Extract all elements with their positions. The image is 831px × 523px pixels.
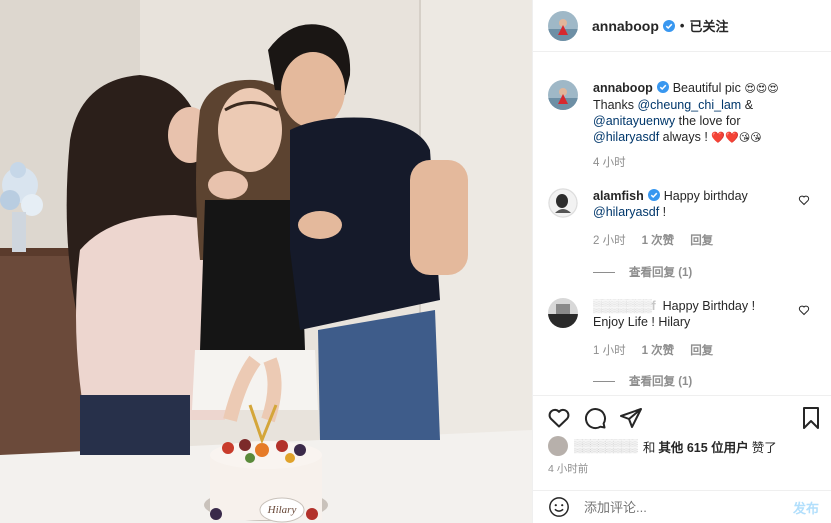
caption-username[interactable]: annaboop <box>593 81 653 95</box>
mention-link[interactable]: @anitayuenwy <box>593 114 675 128</box>
verified-badge-icon <box>656 81 669 93</box>
comment-likes[interactable]: 1 次赞 <box>642 342 675 358</box>
comment-tail: ! <box>662 205 667 219</box>
caption-text-3: & <box>744 98 754 112</box>
commenter-username-blurred[interactable]: ▒▒▒▒▒▒▒f <box>593 299 656 313</box>
caption-text-4: the love for <box>678 114 741 128</box>
avatar-image <box>548 10 578 41</box>
like-comment-heart-icon[interactable] <box>798 304 810 316</box>
posted-time[interactable]: 4 小时前 <box>548 461 588 476</box>
view-replies-label: 查看回复 (1) <box>629 267 693 279</box>
comment-text: alamfish Happy birthday @hilaryasdf ! <box>593 188 816 220</box>
follow-status-button[interactable]: 已关注 <box>689 16 728 35</box>
commenter-avatar[interactable] <box>548 188 578 218</box>
liker-name-blurred[interactable]: ▒▒▒▒▒▒▒▒ <box>574 439 638 453</box>
replies-line <box>593 271 615 273</box>
view-replies-button[interactable]: 查看回复 (1) <box>593 373 692 389</box>
post-comment-button[interactable]: 发布 <box>793 498 819 517</box>
mention-link[interactable]: @hilaryasdf <box>593 205 659 219</box>
comment-bubble-icon[interactable] <box>583 406 607 430</box>
comment-body: Happy birthday <box>663 189 748 203</box>
commenter-username[interactable]: alamfish <box>593 189 644 203</box>
comment-time[interactable]: 2 小时 <box>593 232 626 248</box>
caption-emojis-1: 😍😍😍 <box>744 83 779 95</box>
post-header: annaboop • 已关注 <box>533 0 831 52</box>
author-username[interactable]: annaboop <box>592 18 659 34</box>
emoji-picker-icon[interactable] <box>548 496 570 518</box>
reply-button[interactable]: 回复 <box>690 232 713 248</box>
likes-prefix: 和 <box>642 440 656 455</box>
caption-time[interactable]: 4 小时 <box>593 154 626 170</box>
verified-badge-icon <box>662 19 675 32</box>
comment-likes[interactable]: 1 次赞 <box>642 232 675 248</box>
comment: ▒▒▒▒▒▒▒f Happy Birthday ! Enjoy Life ! H… <box>548 298 816 358</box>
comment-time[interactable]: 1 小时 <box>593 342 626 358</box>
liker-avatar[interactable] <box>548 436 568 456</box>
commenter-avatar[interactable] <box>548 298 578 328</box>
reply-button[interactable]: 回复 <box>690 342 713 358</box>
caption: annaboop Beautiful pic 😍😍😍 Thanks @cheung… <box>548 80 816 170</box>
caption-avatar[interactable] <box>548 80 578 110</box>
comment-meta: 1 小时 1 次赞 回复 <box>593 342 816 358</box>
likes-others[interactable]: 其他 615 位用户 <box>658 437 748 456</box>
post-photo[interactable]: Hilary <box>0 0 532 523</box>
view-replies-label: 查看回复 (1) <box>629 376 693 388</box>
comment-input[interactable] <box>584 499 793 515</box>
comment-body-2: Enjoy Life ! Hilary <box>593 315 691 329</box>
add-comment-bar: 发布 <box>533 490 831 523</box>
post-side-panel: annaboop • 已关注 annaboop Beautiful pic 😍😍😍 <box>532 0 831 523</box>
comment-body: Happy Birthday ! <box>662 299 756 313</box>
avatar-image <box>548 80 578 110</box>
share-paper-plane-icon[interactable] <box>619 406 643 430</box>
family-birthday-photo: Hilary <box>0 0 532 523</box>
replies-line <box>593 380 615 382</box>
caption-text-2: Thanks <box>593 98 634 112</box>
caption-meta: 4 小时 <box>593 154 816 170</box>
comment-meta: 2 小时 1 次赞 回复 <box>593 232 816 248</box>
post-actions <box>533 395 831 437</box>
author-avatar[interactable] <box>548 10 578 41</box>
avatar-image <box>548 188 578 218</box>
view-replies-button[interactable]: 查看回复 (1) <box>593 264 692 280</box>
separator-dot: • <box>679 18 685 33</box>
mention-link[interactable]: @hilaryasdf <box>593 130 659 144</box>
like-comment-heart-icon[interactable] <box>798 194 810 206</box>
comments-list[interactable]: annaboop Beautiful pic 😍😍😍 Thanks @cheung… <box>533 53 831 395</box>
comment-text: ▒▒▒▒▒▒▒f Happy Birthday ! Enjoy Life ! H… <box>593 298 816 330</box>
mention-link[interactable]: @cheung_chi_lam <box>637 98 741 112</box>
likes-summary[interactable]: ▒▒▒▒▒▒▒▒ 和 其他 615 位用户 赞了 <box>548 436 777 456</box>
caption-text-5: always ! <box>662 130 708 144</box>
avatar-image <box>548 298 578 328</box>
save-bookmark-icon[interactable] <box>799 406 823 430</box>
verified-badge-icon <box>647 189 660 201</box>
cake-text: Hilary <box>267 504 297 516</box>
like-heart-icon[interactable] <box>547 406 571 430</box>
caption-text-1: Beautiful pic <box>672 81 741 95</box>
likes-suffix: 赞了 <box>751 440 777 455</box>
comment: alamfish Happy birthday @hilaryasdf ! 2 小… <box>548 188 816 248</box>
caption-text: annaboop Beautiful pic 😍😍😍 Thanks @cheung… <box>593 80 816 146</box>
caption-emojis-2: ❤️❤️😘😘 <box>711 132 762 144</box>
